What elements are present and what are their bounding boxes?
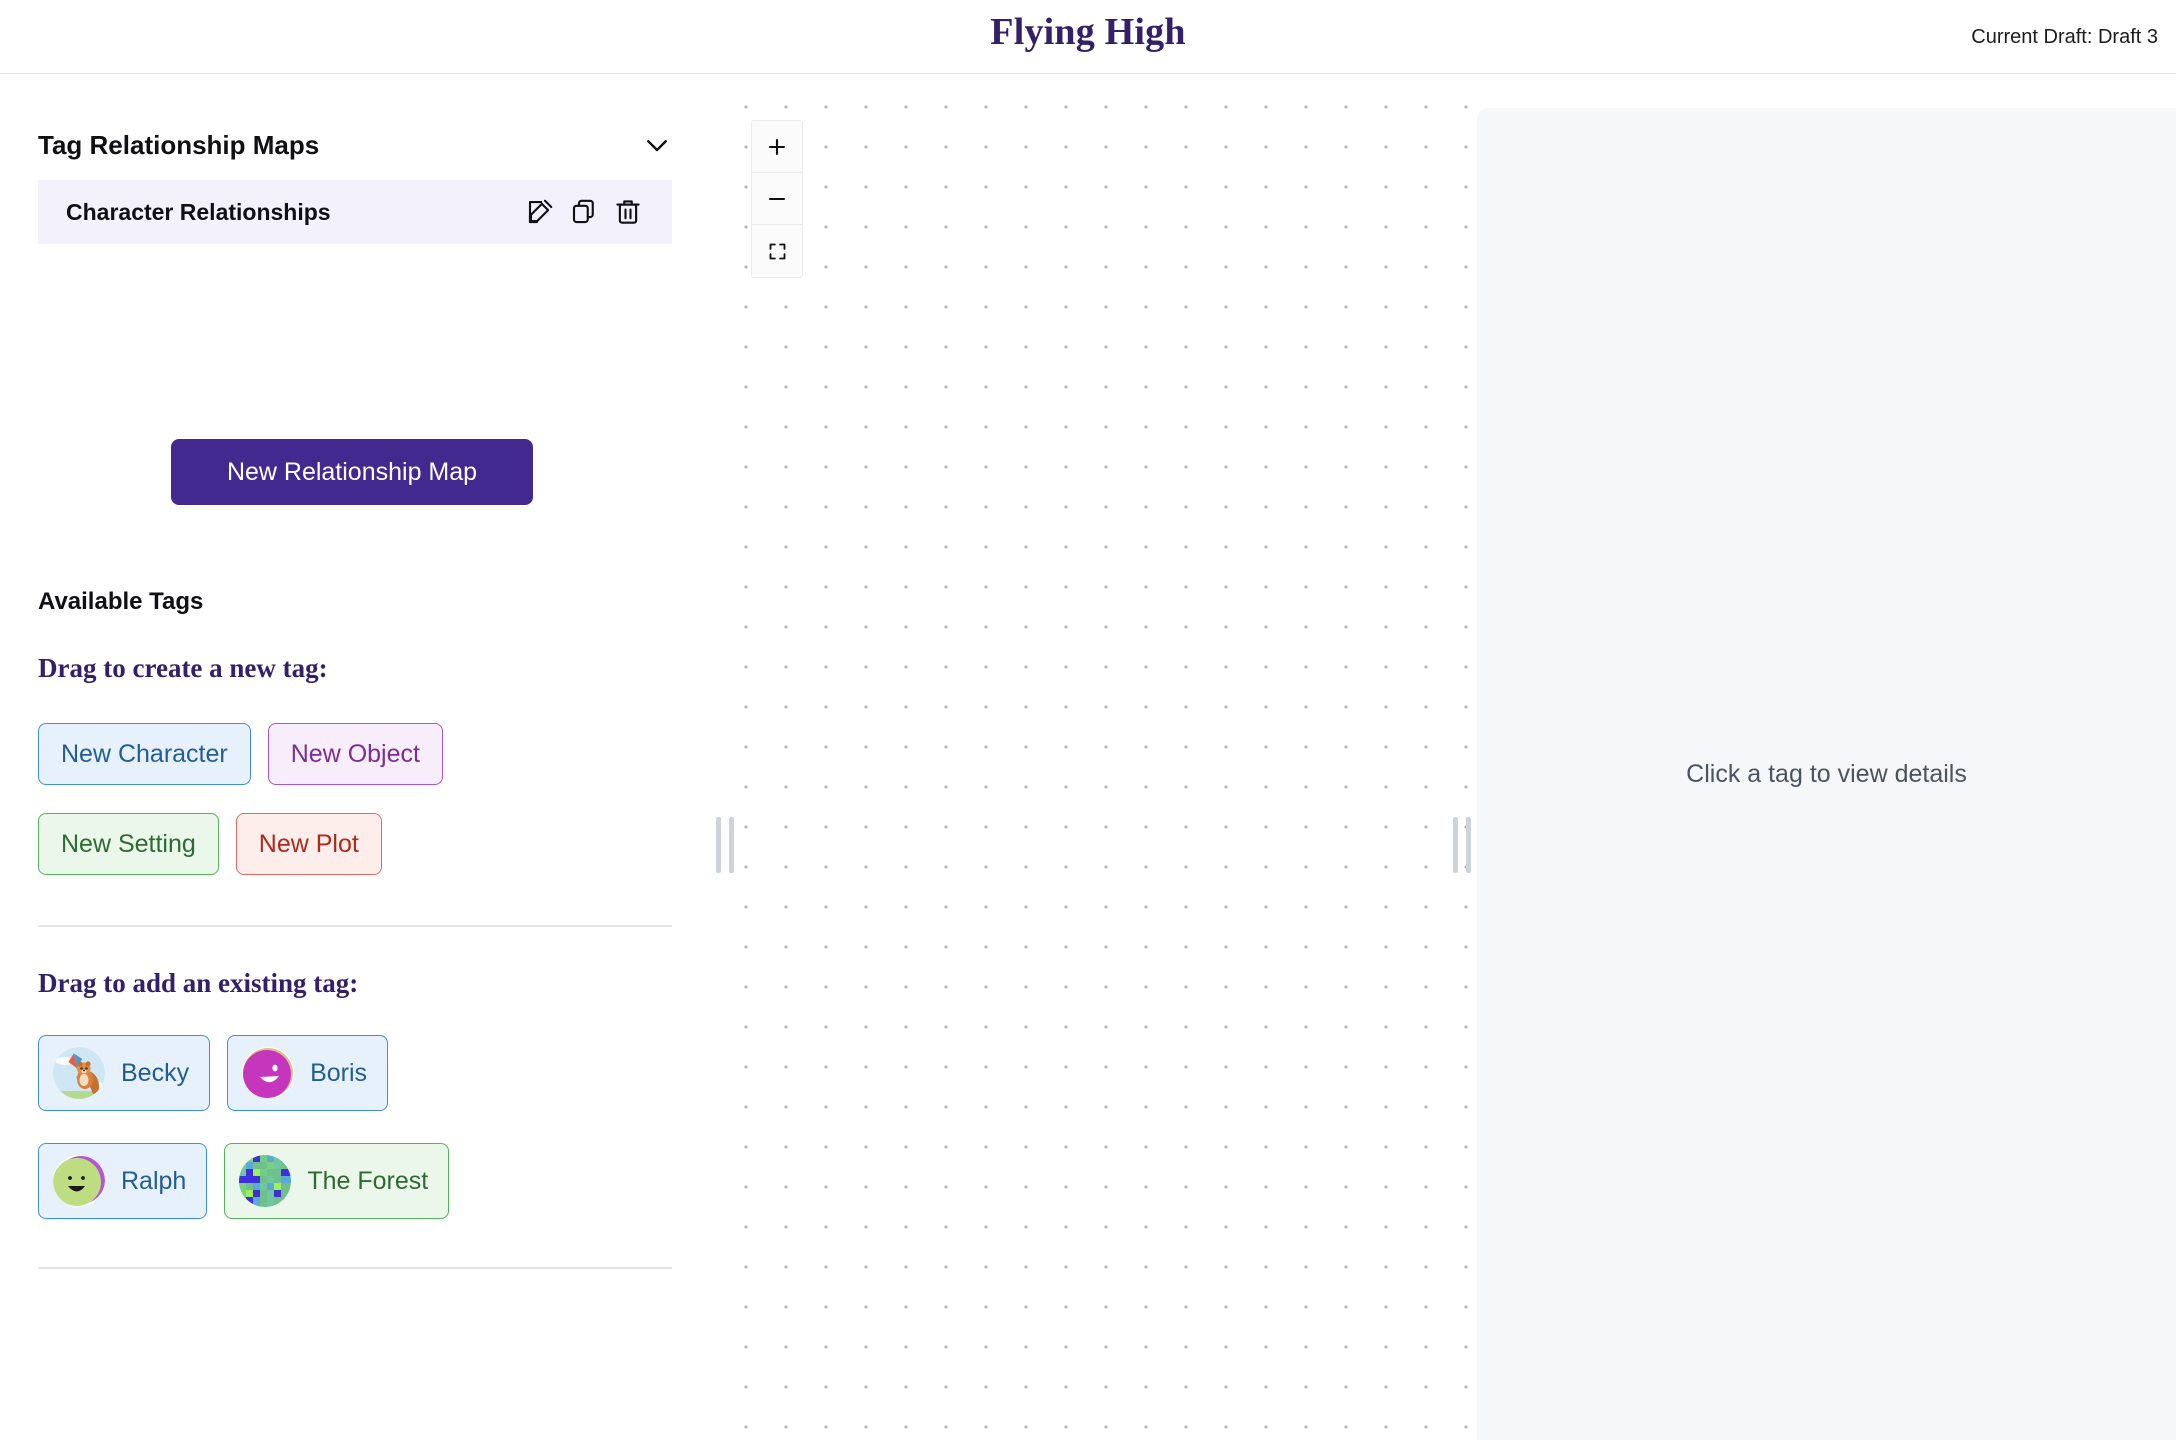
new-plot-chip[interactable]: New Plot xyxy=(235,813,382,875)
page-title: Flying High xyxy=(990,11,1186,53)
new-character-chip[interactable]: New Character xyxy=(38,723,251,785)
existing-tag-ralph[interactable]: Ralph xyxy=(38,1143,208,1219)
canvas-right-resize-handle-secondary[interactable] xyxy=(1466,817,1471,873)
existing-tag-label: Becky xyxy=(121,1058,190,1087)
new-setting-chip[interactable]: New Setting xyxy=(38,813,219,875)
top-bar: Flying High Current Draft: Draft 3 xyxy=(0,0,2176,74)
tag-detail-panel: Click a tag to view details xyxy=(1477,108,2176,1440)
relationship-map-canvas[interactable] xyxy=(716,75,1473,1440)
duplicate-icon[interactable] xyxy=(562,190,606,234)
tag-relationship-maps-header[interactable]: Tag Relationship Maps xyxy=(38,127,672,163)
drag-existing-hint: Drag to add an existing tag: xyxy=(38,968,359,998)
draft-indicator: Current Draft: Draft 3 xyxy=(1971,26,2158,48)
existing-tag-row-2: Ralph The Forest xyxy=(38,1143,450,1219)
zoom-out-button[interactable] xyxy=(752,173,802,225)
existing-tag-label: The Forest xyxy=(307,1166,429,1195)
fit-to-screen-icon[interactable] xyxy=(752,225,802,277)
new-tag-chip-row-1: New Character New Object xyxy=(38,723,443,785)
map-list-item-character-relationships[interactable]: Character Relationships xyxy=(38,180,672,244)
magenta-smiley-avatar xyxy=(242,1047,295,1099)
new-relationship-map-button[interactable]: New Relationship Map xyxy=(171,439,533,505)
sidebar: Tag Relationship Maps Character Relation… xyxy=(0,75,715,1440)
canvas-left-resize-handle-secondary[interactable] xyxy=(729,817,734,873)
canvas-right-resize-handle[interactable] xyxy=(1453,817,1458,873)
zoom-controls xyxy=(751,120,803,278)
existing-tag-label: Ralph xyxy=(121,1166,187,1195)
existing-tag-the-forest[interactable]: The Forest xyxy=(224,1143,450,1219)
trash-icon[interactable] xyxy=(606,190,650,234)
new-tag-chip-row-2: New Setting New Plot xyxy=(38,813,382,875)
detail-placeholder-text: Click a tag to view details xyxy=(1686,759,1967,788)
sidebar-divider-bottom xyxy=(38,1267,672,1269)
chevron-down-icon[interactable] xyxy=(642,130,672,160)
edit-icon[interactable] xyxy=(518,190,562,234)
existing-tag-label: Boris xyxy=(310,1058,368,1087)
existing-tag-boris[interactable]: Boris xyxy=(227,1035,389,1111)
available-tags-label: Available Tags xyxy=(38,588,204,615)
section-title: Tag Relationship Maps xyxy=(38,129,320,160)
drag-create-hint: Drag to create a new tag: xyxy=(38,653,328,683)
existing-tag-row-1: Becky Boris xyxy=(38,1035,389,1111)
squirrel-kite-avatar xyxy=(53,1047,105,1099)
existing-tag-becky[interactable]: Becky xyxy=(38,1035,211,1111)
new-object-chip[interactable]: New Object xyxy=(267,723,443,785)
sidebar-divider xyxy=(38,925,672,927)
green-smiley-avatar xyxy=(53,1155,105,1207)
map-name: Character Relationships xyxy=(66,198,331,225)
zoom-in-button[interactable] xyxy=(752,121,802,173)
pixel-mosaic-avatar xyxy=(239,1155,292,1207)
canvas-dot-grid xyxy=(716,75,1473,1440)
canvas-left-resize-handle[interactable] xyxy=(716,817,721,873)
